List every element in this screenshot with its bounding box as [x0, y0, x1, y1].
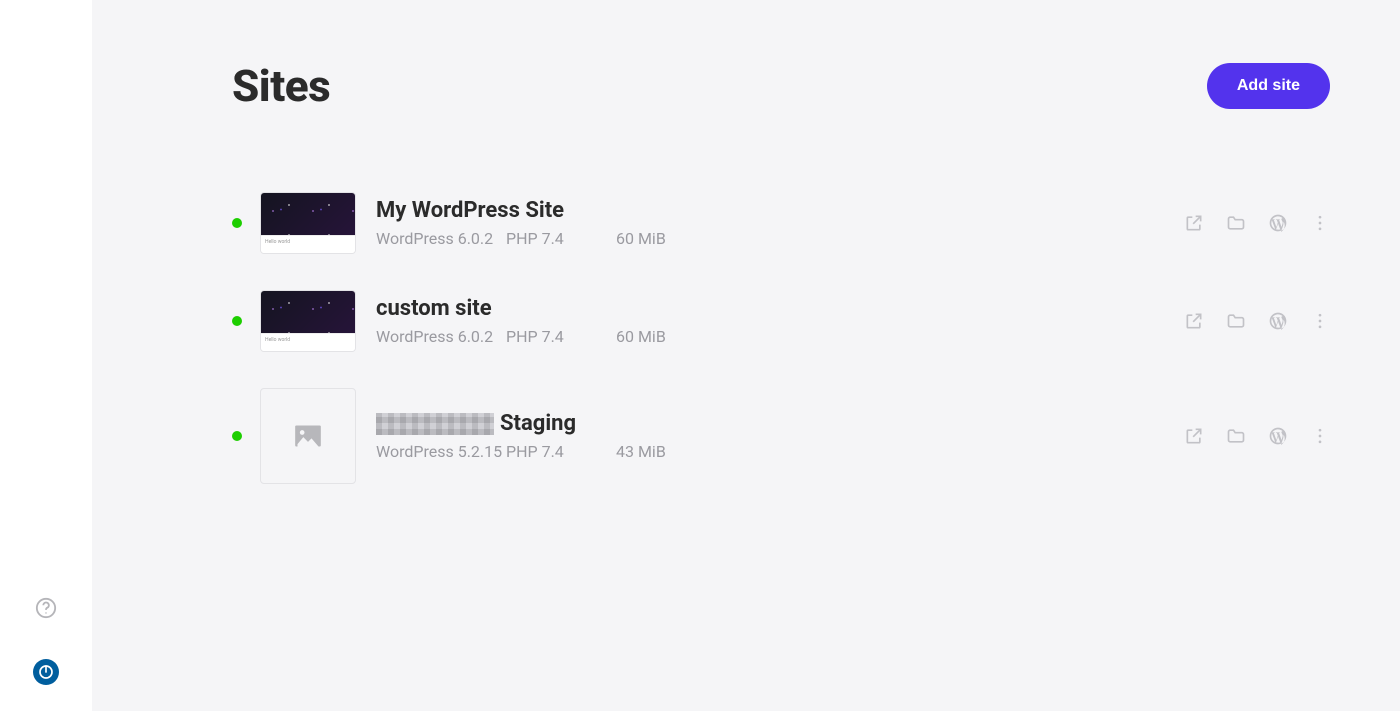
- more-icon[interactable]: [1310, 426, 1330, 446]
- site-actions: [1184, 213, 1330, 233]
- site-thumbnail: Hello world: [260, 192, 356, 254]
- site-actions: [1184, 426, 1330, 446]
- page-header: Sites Add site: [232, 60, 1330, 112]
- site-size: 43 MiB: [616, 442, 666, 461]
- more-icon[interactable]: [1310, 213, 1330, 233]
- status-indicator: [232, 218, 242, 228]
- site-name-text: custom site: [376, 296, 492, 321]
- site-name-text: My WordPress Site: [376, 198, 564, 223]
- wordpress-version: WordPress 6.0.2: [376, 327, 506, 346]
- page-title: Sites: [232, 60, 330, 112]
- sidebar: [0, 0, 92, 711]
- php-version: PHP 7.4: [506, 229, 616, 248]
- site-row[interactable]: Staging WordPress 5.2.15 PHP 7.4 43 MiB: [232, 388, 1330, 484]
- wordpress-icon[interactable]: [1268, 311, 1288, 331]
- more-icon[interactable]: [1310, 311, 1330, 331]
- site-size: 60 MiB: [616, 229, 666, 248]
- site-meta: WordPress 6.0.2 PHP 7.4 60 MiB: [376, 327, 1184, 346]
- add-site-button[interactable]: Add site: [1207, 63, 1330, 109]
- site-meta: WordPress 5.2.15 PHP 7.4 43 MiB: [376, 442, 1184, 461]
- wordpress-icon[interactable]: [1268, 426, 1288, 446]
- php-version: PHP 7.4: [506, 442, 616, 461]
- wordpress-icon[interactable]: [1268, 213, 1288, 233]
- site-info: custom site WordPress 6.0.2 PHP 7.4 60 M…: [376, 296, 1184, 346]
- site-actions: [1184, 311, 1330, 331]
- wordpress-version: WordPress 6.0.2: [376, 229, 506, 248]
- help-icon[interactable]: [35, 597, 57, 623]
- site-name-text: Staging: [500, 411, 576, 436]
- folder-icon[interactable]: [1226, 213, 1246, 233]
- site-row[interactable]: Hello world My WordPress Site WordPress …: [232, 192, 1330, 254]
- status-indicator: [232, 431, 242, 441]
- site-name: custom site: [376, 296, 1184, 321]
- site-info: Staging WordPress 5.2.15 PHP 7.4 43 MiB: [376, 411, 1184, 461]
- site-size: 60 MiB: [616, 327, 666, 346]
- site-row[interactable]: Hello world custom site WordPress 6.0.2 …: [232, 290, 1330, 352]
- open-external-icon[interactable]: [1184, 426, 1204, 446]
- redacted-text: [376, 413, 494, 435]
- site-meta: WordPress 6.0.2 PHP 7.4 60 MiB: [376, 229, 1184, 248]
- site-thumbnail-placeholder: [260, 388, 356, 484]
- php-version: PHP 7.4: [506, 327, 616, 346]
- status-indicator: [232, 316, 242, 326]
- open-external-icon[interactable]: [1184, 311, 1204, 331]
- main-content: Sites Add site Hello world My WordPress …: [92, 0, 1400, 711]
- site-thumbnail: Hello world: [260, 290, 356, 352]
- open-external-icon[interactable]: [1184, 213, 1204, 233]
- folder-icon[interactable]: [1226, 426, 1246, 446]
- site-info: My WordPress Site WordPress 6.0.2 PHP 7.…: [376, 198, 1184, 248]
- folder-icon[interactable]: [1226, 311, 1246, 331]
- wordpress-version: WordPress 5.2.15: [376, 442, 506, 461]
- site-name: Staging: [376, 411, 1184, 436]
- site-list: Hello world My WordPress Site WordPress …: [232, 192, 1330, 484]
- power-icon[interactable]: [33, 659, 59, 685]
- site-name: My WordPress Site: [376, 198, 1184, 223]
